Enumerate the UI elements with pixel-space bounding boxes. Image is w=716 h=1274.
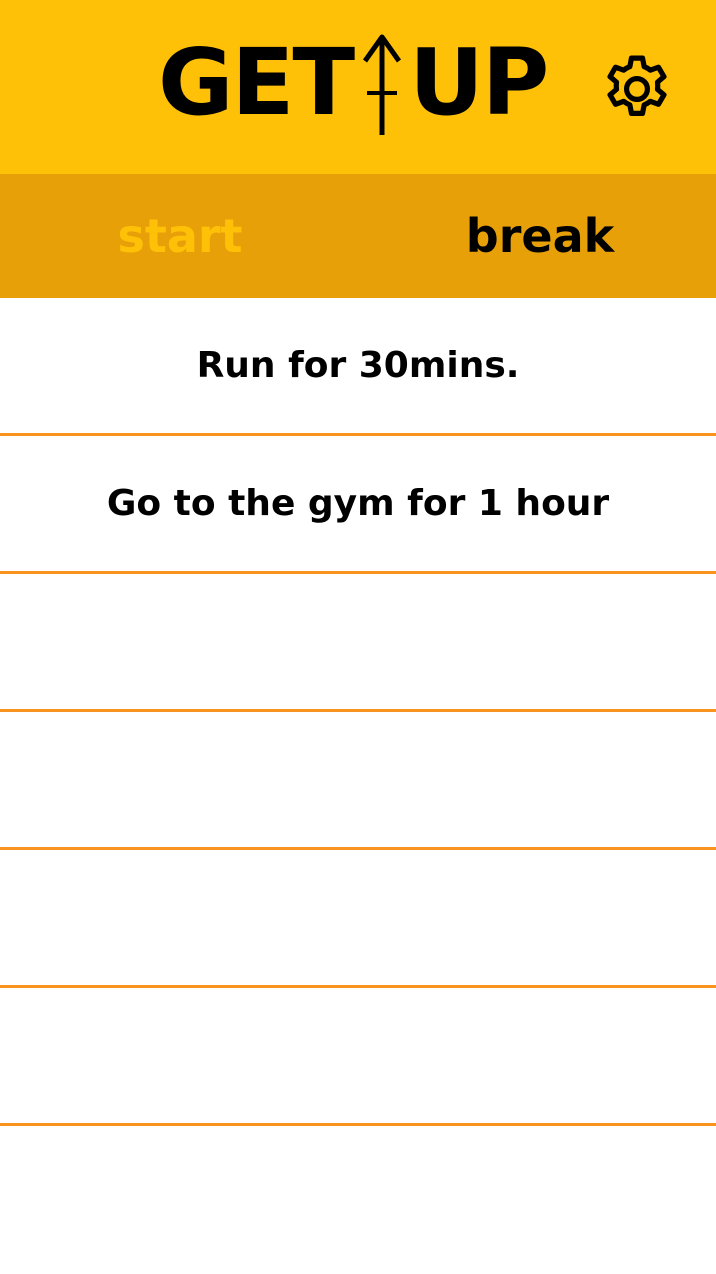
tab-break-label: break [465,209,615,263]
task-row[interactable] [0,574,716,712]
task-row[interactable]: Go to the gym for 1 hour [0,436,716,574]
logo-text-get: GET [158,29,355,136]
task-row[interactable] [0,712,716,850]
task-text: Run for 30mins. [196,345,520,386]
app-header: GET UP [0,0,716,174]
logo-text-up: UP [409,29,549,136]
task-text: Go to the gym for 1 hour [106,483,610,524]
tab-bar: start break [0,174,716,298]
tab-start-label: start [117,209,243,263]
task-list: Run for 30mins. Go to the gym for 1 hour [0,298,716,1126]
task-row[interactable] [0,988,716,1126]
arrow-up-icon [363,34,402,135]
task-row[interactable] [0,850,716,988]
app-logo: GET UP [158,28,549,138]
tab-break[interactable]: break [450,174,630,298]
gear-icon[interactable] [598,50,676,128]
task-row[interactable]: Run for 30mins. [0,298,716,436]
tab-start[interactable]: start [90,174,270,298]
